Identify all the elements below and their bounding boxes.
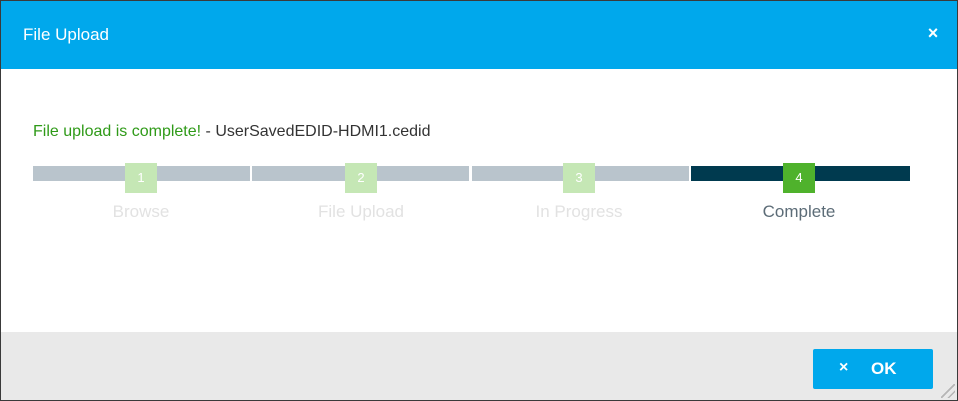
- close-icon: ×: [839, 359, 849, 376]
- dialog-header: File Upload ×: [1, 1, 957, 69]
- status-text: File upload is complete!: [33, 123, 202, 140]
- step-number-badge: 3: [563, 163, 595, 193]
- file-upload-dialog: File Upload × File upload is complete! -…: [0, 0, 958, 401]
- dialog-footer: × OK: [1, 332, 957, 400]
- step-complete: 4 Complete: [691, 163, 910, 233]
- step-label-active: Complete: [762, 202, 836, 221]
- step-number-badge: 1: [125, 163, 157, 193]
- filename-text: UserSavedEDID-HDMI1.cedid: [215, 123, 431, 140]
- resize-grip-icon[interactable]: [941, 384, 955, 398]
- upload-progress-steps: 1 Browse 2 File Upload 3 In Progress 4 C…: [33, 163, 910, 233]
- step-number-badge: 2: [345, 163, 377, 193]
- message-separator: -: [201, 123, 216, 140]
- close-icon[interactable]: ×: [921, 21, 945, 45]
- step-label: In Progress: [535, 202, 623, 221]
- step-browse: 1 Browse: [33, 163, 250, 233]
- ok-label: OK: [871, 359, 897, 378]
- step-in-progress: 3 In Progress: [472, 163, 689, 233]
- dialog-title: File Upload: [23, 25, 109, 44]
- step-label: Browse: [112, 202, 170, 221]
- ok-button[interactable]: × OK: [813, 349, 933, 389]
- upload-message: File upload is complete! - UserSavedEDID…: [33, 123, 431, 141]
- step-file-upload: 2 File Upload: [252, 163, 469, 233]
- step-label: File Upload: [318, 202, 404, 221]
- step-number-badge-active: 4: [783, 163, 815, 193]
